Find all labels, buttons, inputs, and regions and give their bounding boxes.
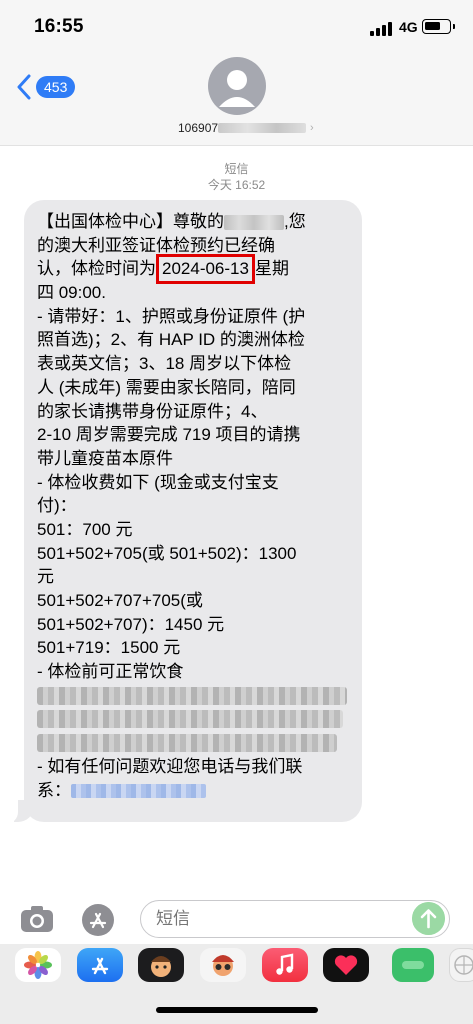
conversation-header: 16:55 4G 453 106907 › (0, 0, 473, 146)
message-line: 认，体检时间为 2024-06-13 星期 (37, 254, 348, 285)
redacted-line (37, 707, 348, 731)
memoji-app-icon[interactable] (138, 948, 184, 982)
thread-channel: 短信 (224, 162, 249, 176)
message-line: 付)： (37, 496, 77, 516)
redacted-number (218, 123, 307, 133)
home-indicator[interactable] (156, 1007, 318, 1013)
cellular-signal-icon (370, 22, 396, 36)
redacted-name (224, 215, 284, 231)
music-app-icon[interactable] (262, 948, 308, 982)
message-line: 501：700 元 (37, 519, 133, 539)
status-bar: 16:55 4G (0, 0, 473, 52)
network-type: 4G (399, 19, 418, 35)
message-line: 带儿童疫苗本原件 (37, 448, 173, 468)
chevron-right-icon: › (310, 122, 314, 134)
more-app-icon[interactable] (449, 948, 473, 982)
message-line: 501+502+707)：1450 元 (37, 614, 225, 634)
unread-count-badge: 453 (36, 76, 76, 98)
app-store-icon[interactable] (81, 903, 115, 937)
message-line: - 请带好：1、护照或身份证原件 (护 (37, 306, 306, 326)
send-arrow-icon[interactable] (412, 902, 445, 935)
chevron-left-icon (17, 74, 31, 100)
compose-bar (0, 892, 473, 944)
message-line: 系： (37, 779, 348, 803)
appointment-date-highlight[interactable]: 2024-06-13 (156, 254, 255, 285)
redacted-line (37, 684, 348, 708)
battery-level (425, 22, 441, 30)
thread-timestamp: 今天 16:52 (207, 178, 266, 192)
person-icon (219, 70, 255, 107)
message-line: 501+719：1500 元 (37, 638, 181, 658)
message-line: 元 (37, 567, 54, 587)
app-store-app-icon[interactable] (77, 948, 123, 982)
redacted-phone-link[interactable] (71, 784, 206, 799)
photos-app-icon[interactable] (15, 948, 61, 982)
imessage-app-drawer (0, 944, 473, 1024)
message-line: 表或英文信；3、18 周岁以下体检 (37, 354, 292, 374)
back-button[interactable]: 453 (16, 74, 76, 100)
message-line: - 如有任何问题欢迎您电话与我们联 (37, 756, 303, 776)
message-line: 501+502+707+705(或 (37, 591, 203, 610)
incoming-message-bubble[interactable]: 【出国体检中心】尊敬的 ,您 的澳大利亚签证体检预约已经确 认，体检时间为 2024… (24, 200, 362, 822)
message-line: 2-10 周岁需要完成 719 项目的请携 (37, 425, 301, 445)
contact-name[interactable]: 106907 › (178, 121, 314, 135)
contact-avatar[interactable] (208, 57, 266, 115)
redacted-line (37, 731, 348, 755)
messages-screen: 16:55 4G 453 106907 › 短信 今天 16:52 【出国体检中… (0, 0, 473, 1024)
memoji-stickers-app-icon[interactable] (200, 948, 246, 982)
digital-touch-app-icon[interactable] (323, 948, 369, 982)
message-line: 四 09:00. (37, 283, 106, 303)
contact-number: 106907 (178, 121, 219, 135)
camera-icon[interactable] (20, 905, 54, 933)
battery-icon (422, 19, 455, 34)
message-line: 501+502+705(或 501+502)：1300 (37, 543, 297, 563)
message-line: 照首选)；2、有 HAP ID 的澳洲体检 (37, 330, 305, 350)
status-time: 16:55 (34, 16, 84, 37)
extension-app-icon[interactable] (392, 948, 434, 982)
message-line: 人 (未成年) 需要由家长陪同，陪同 (37, 377, 296, 397)
message-input[interactable] (140, 900, 450, 938)
message-line: 【出国体检中心】尊敬的 ,您 (37, 212, 306, 231)
message-line: - 体检前可正常饮食 (37, 662, 184, 682)
message-line: 的家长请携带身份证原件；4、 (37, 401, 268, 421)
message-line: - 体检收费如下 (现金或支付宝支 (37, 472, 279, 492)
